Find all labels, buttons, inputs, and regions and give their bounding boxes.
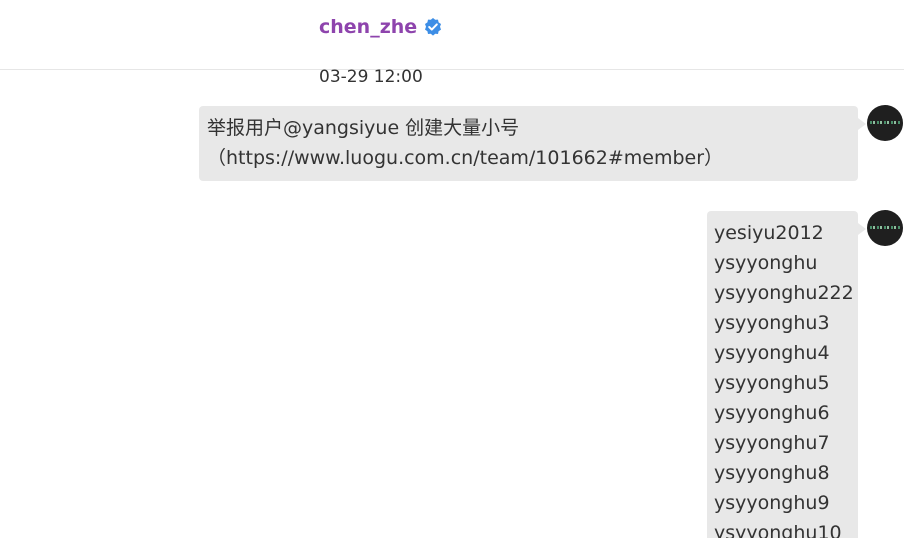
account-name: yesiyu2012: [714, 222, 824, 244]
account-name: ysyyonghu6: [714, 402, 830, 424]
chat-partner-name[interactable]: chen_zhe: [319, 16, 417, 38]
message-bubble: yesiyu2012 ysyyonghu ysyyonghu222 ysyyon…: [707, 211, 866, 538]
account-name: ysyyonghu3: [714, 312, 830, 334]
message-text-line: 举报用户@yangsiyue 创建大量小号: [207, 117, 520, 139]
chat-partner: chen_zhe: [319, 16, 443, 38]
account-name: ysyyonghu222: [714, 282, 854, 304]
message-link-text: （https://www.luogu.com.cn/team/101662#me…: [207, 147, 724, 169]
avatar[interactable]: [867, 105, 903, 141]
message-timestamp: 03-29 12:00: [319, 67, 423, 87]
account-name: ysyyonghu7: [714, 432, 830, 454]
account-name: ysyyonghu4: [714, 342, 830, 364]
chat-header: chen_zhe: [0, 0, 904, 70]
account-name: ysyyonghu: [714, 252, 818, 274]
verified-badge-icon: [425, 18, 442, 36]
chat-page: chen_zhe 03-29 12:00 举报用户@yangsiyue 创建大量…: [0, 0, 904, 538]
avatar[interactable]: [867, 210, 903, 246]
avatar-image: [870, 226, 900, 229]
account-name: ysyyonghu5: [714, 372, 830, 394]
account-name: ysyyonghu9: [714, 492, 830, 514]
account-name: ysyyonghu10: [714, 522, 842, 538]
account-name: ysyyonghu8: [714, 462, 830, 484]
message-bubble: 举报用户@yangsiyue 创建大量小号 （https://www.luogu…: [199, 106, 866, 181]
avatar-image: [870, 121, 900, 124]
